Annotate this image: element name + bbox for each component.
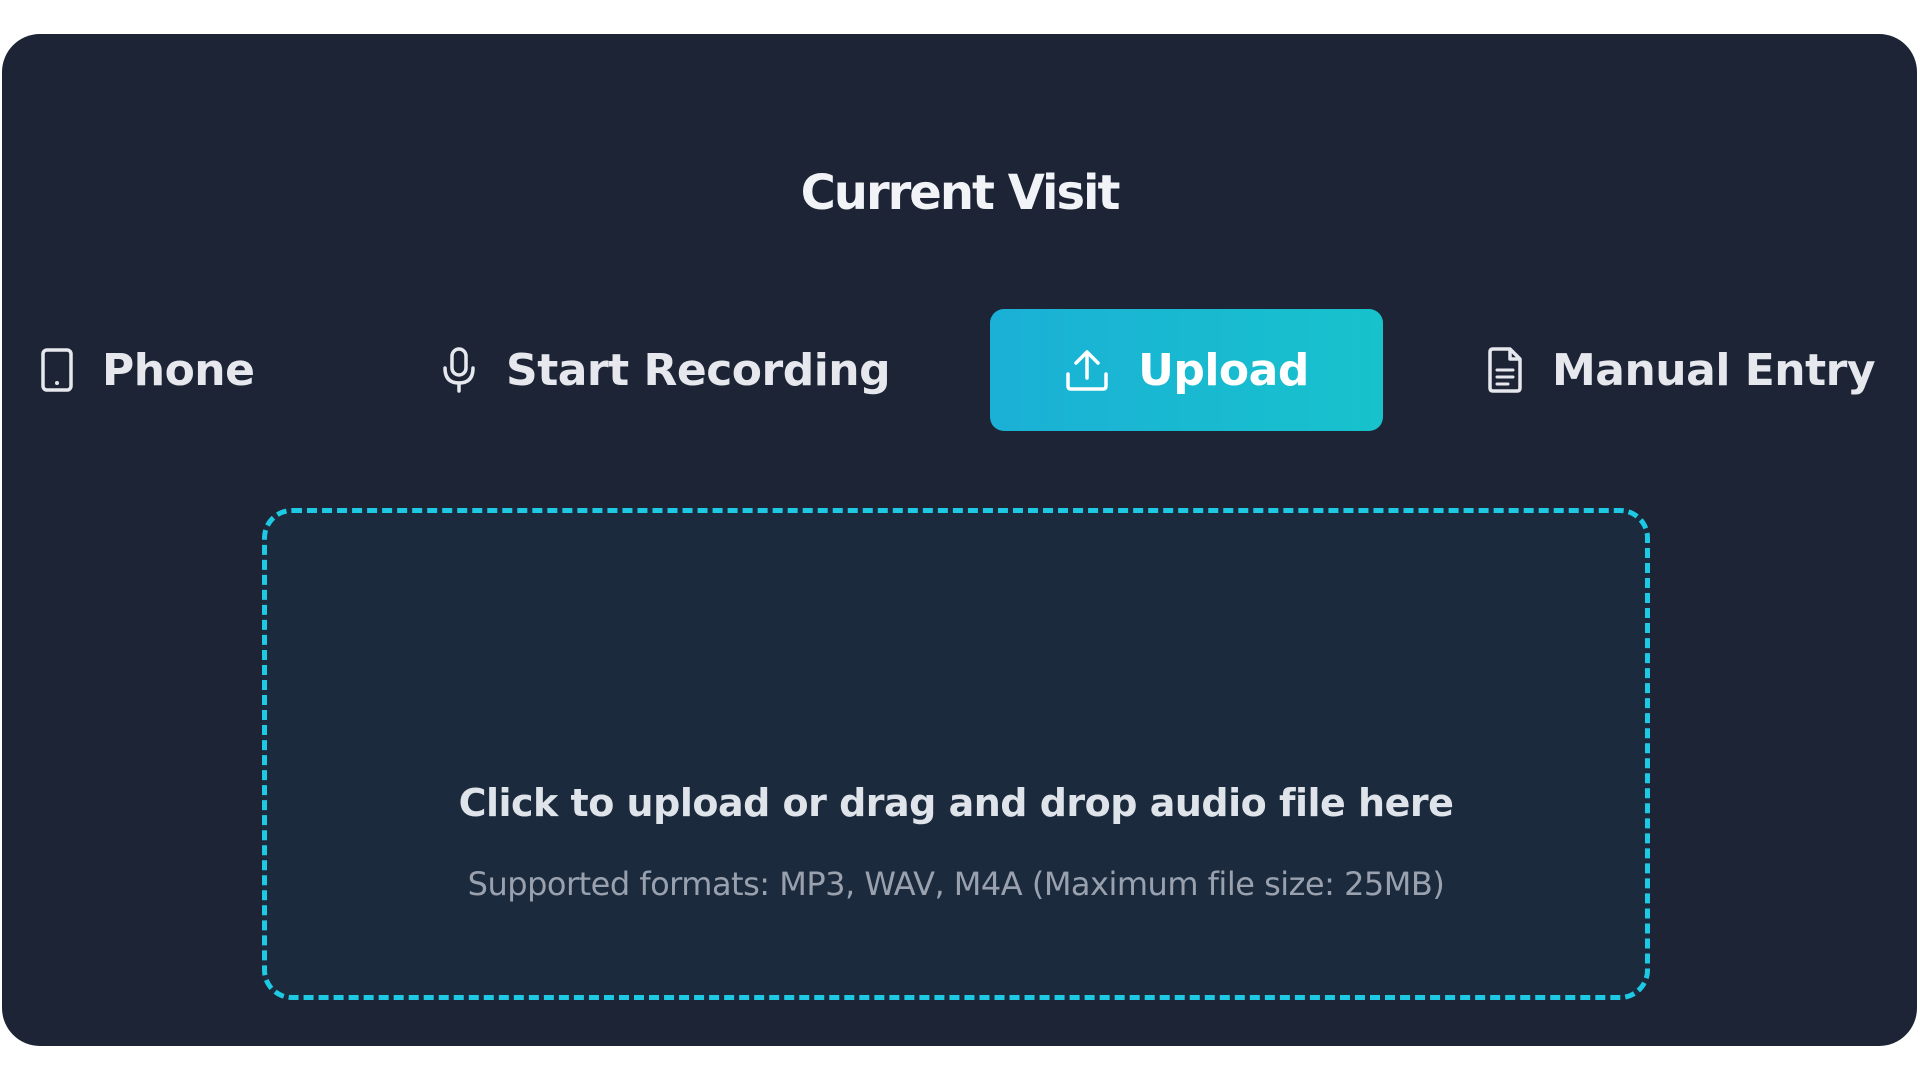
panel-title: Current Visit	[800, 165, 1121, 221]
current-visit-panel: Current Visit Phone Start Recording Uplo…	[2, 34, 1917, 1046]
tab-phone[interactable]: Phone	[40, 309, 255, 431]
tab-label: Manual Entry	[1552, 344, 1876, 396]
tab-label: Upload	[1138, 344, 1309, 396]
tab-manual-entry[interactable]: Manual Entry	[1486, 309, 1876, 431]
dropzone-instruction: Click to upload or drag and drop audio f…	[458, 781, 1454, 825]
document-icon	[1486, 346, 1524, 394]
phone-icon	[40, 347, 74, 393]
tab-label: Phone	[102, 344, 255, 396]
audio-dropzone[interactable]: Click to upload or drag and drop audio f…	[262, 508, 1650, 1000]
microphone-icon	[440, 346, 478, 394]
dropzone-formats: Supported formats: MP3, WAV, M4A (Maximu…	[467, 865, 1445, 903]
upload-icon	[1064, 348, 1110, 392]
tab-upload[interactable]: Upload	[990, 309, 1383, 431]
tab-start-recording[interactable]: Start Recording	[440, 309, 891, 431]
tab-label: Start Recording	[506, 344, 891, 396]
